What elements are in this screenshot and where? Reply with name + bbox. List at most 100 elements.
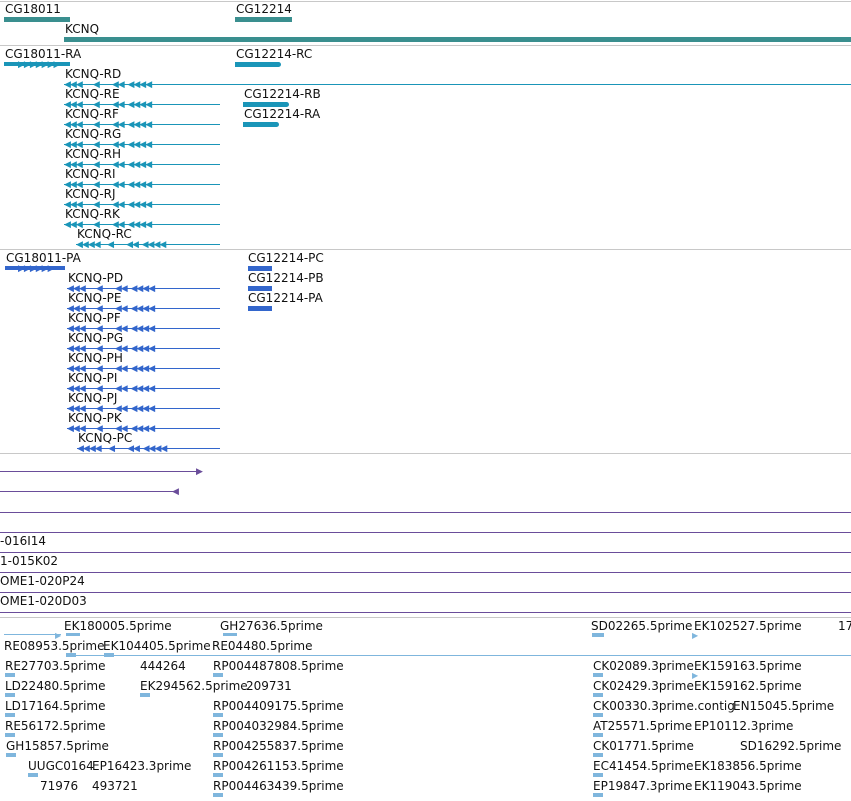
feature-line[interactable] [0,491,178,492]
est-feature[interactable] [213,793,223,797]
est-feature[interactable] [593,793,603,797]
est-label[interactable]: RP004409175.5prime [213,699,344,713]
est-label[interactable]: CK00330.3prime.contig [593,699,735,713]
est-feature[interactable] [593,693,603,697]
est-label[interactable]: LD17164.5prime [5,699,106,713]
transcript-label[interactable]: CG12214-RB [244,87,321,101]
exon-arrows: ◀◀◀◀ ◀ ◀◀ ◀◀◀◀ [76,240,166,250]
est-label[interactable]: RP004032984.5prime [213,719,344,733]
clone-label[interactable]: OME1-020P24 [0,574,85,588]
gene-label[interactable]: CG18011 [5,2,61,16]
est-label[interactable]: RE27703.5prime [5,659,106,673]
est-feature[interactable] [223,633,237,636]
est-feature[interactable] [593,673,603,677]
est-label[interactable]: SD16292.5prime [740,739,841,753]
gene-feature[interactable] [235,17,292,22]
est-label[interactable]: EP10112.3prime [694,719,793,733]
clone-label[interactable]: OME1-020D03 [0,594,87,608]
est-feature[interactable] [66,633,80,636]
est-feature[interactable] [593,773,603,777]
clone-line[interactable] [0,592,851,593]
est-feature[interactable] [213,753,223,757]
feature-line[interactable] [0,471,200,472]
est-label[interactable]: EK159162.5prime [694,679,802,693]
est-label[interactable]: CK01771.5prime [593,739,694,753]
est-label[interactable]: RE56172.5prime [5,719,106,733]
est-label[interactable]: 444264 [140,659,186,673]
transcript-feature[interactable] [243,122,279,127]
est-label[interactable]: EP19847.3prime [593,779,692,793]
est-label[interactable]: 17 [838,619,851,633]
clone-line[interactable] [0,572,851,573]
est-feature[interactable] [6,753,16,757]
est-label[interactable]: CK02429.3prime [593,679,694,693]
transcript-intron-line[interactable] [64,84,851,85]
clone-label[interactable]: -016I14 [0,534,46,548]
est-feature[interactable] [28,773,38,777]
est-label[interactable]: RP004255837.5prime [213,739,344,753]
est-label[interactable]: 71976 [40,779,78,793]
est-feature[interactable] [66,653,76,657]
est-label[interactable]: RE04480.5prime [212,639,313,653]
gene-feature[interactable] [64,37,851,42]
est-feature[interactable] [592,633,604,637]
gene-label[interactable]: KCNQ [65,22,99,36]
est-label[interactable]: 209731 [246,679,292,693]
est-label[interactable]: GH27636.5prime [220,619,323,633]
est-feature[interactable] [4,634,61,635]
clone-line[interactable] [0,532,851,533]
est-label[interactable]: EK159163.5prime [694,659,802,673]
est-label[interactable]: EP16423.3prime [92,759,191,773]
transcript-feature[interactable] [243,102,289,107]
est-label[interactable]: EC41454.5prime [593,759,694,773]
protein-label[interactable]: CG12214-PA [248,291,323,305]
est-feature[interactable] [5,713,15,717]
est-feature[interactable] [5,673,15,677]
est-feature[interactable] [5,733,15,737]
clone-line[interactable] [0,552,851,553]
est-label[interactable]: RE08953.5prime [4,639,105,653]
est-label[interactable]: EK104405.5prime [103,639,211,653]
est-feature[interactable] [593,713,603,717]
transcript-feature[interactable] [235,62,281,67]
est-feature[interactable] [104,653,114,657]
protein-feature[interactable] [248,306,272,311]
est-feature[interactable] [5,693,15,697]
est-feature[interactable] [593,733,603,737]
est-feature[interactable] [66,655,851,656]
est-feature[interactable] [213,673,223,677]
protein-label[interactable]: CG12214-PC [248,251,324,265]
est-label[interactable]: CK02089.3prime [593,659,694,673]
est-label[interactable]: SD02265.5prime [591,619,692,633]
est-label[interactable]: EK119043.5prime [694,779,802,793]
est-label[interactable]: RP004261153.5prime [213,759,344,773]
protein-feature[interactable] [248,286,272,291]
est-feature[interactable] [140,693,150,697]
est-label[interactable]: UUGC0164 [28,759,94,773]
est-label[interactable]: RP004463439.5prime [213,779,344,793]
gene-feature[interactable] [4,17,70,22]
est-label[interactable]: GH15857.5prime [6,739,109,753]
est-label[interactable]: EK102527.5prime [694,619,802,633]
clone-line[interactable] [0,612,851,613]
est-feature[interactable] [213,733,223,737]
protein-feature[interactable] [248,266,272,271]
est-label[interactable]: 493721 [92,779,138,793]
transcript-label[interactable]: CG12214-RC [236,47,312,61]
est-feature[interactable] [213,713,223,717]
clone-label[interactable]: 1-015K02 [0,554,58,568]
gene-label[interactable]: CG12214 [236,2,292,16]
est-label[interactable]: RP004487808.5prime [213,659,344,673]
est-feature[interactable] [213,773,223,777]
est-label[interactable]: LD22480.5prime [5,679,106,693]
transcript-label[interactable]: CG12214-RA [244,107,320,121]
est-label[interactable]: EK183856.5prime [694,759,802,773]
est-feature[interactable] [593,753,603,757]
exon-arrows: ◀◀◀ ◀ ◀◀ ◀◀◀◀ [67,344,155,354]
est-label[interactable]: EN15045.5prime [733,699,834,713]
est-label[interactable]: AT25571.5prime [593,719,692,733]
protein-label[interactable]: CG12214-PB [248,271,324,285]
feature-line[interactable] [0,512,851,513]
est-label[interactable]: EK180005.5prime [64,619,172,633]
est-label[interactable]: EK294562.5prime [140,679,248,693]
